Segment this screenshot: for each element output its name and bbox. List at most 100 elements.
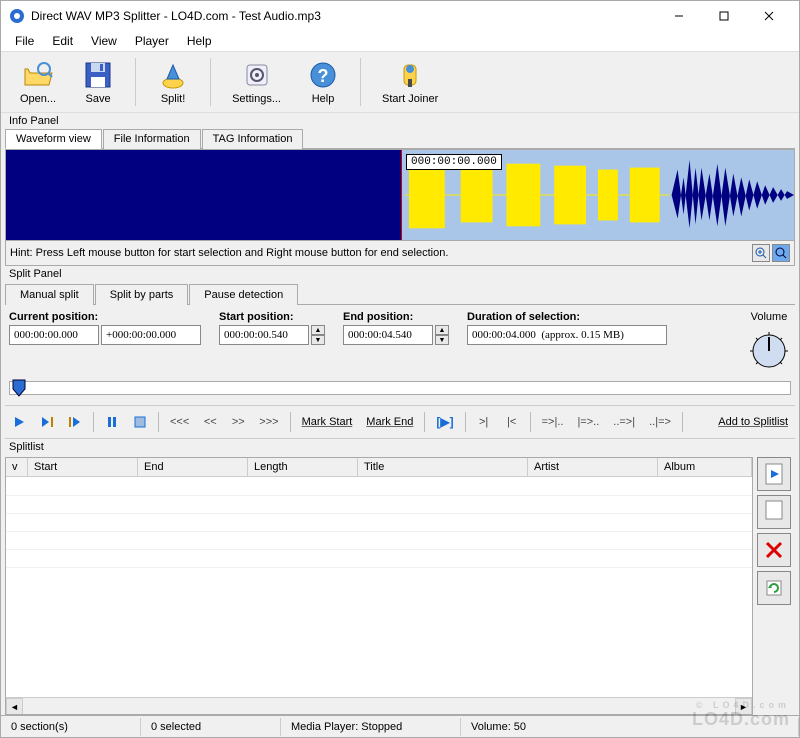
chevron-down-icon[interactable]: ▼ <box>435 335 449 345</box>
save-button[interactable]: Save <box>71 54 125 110</box>
col-length[interactable]: Length <box>248 458 358 476</box>
app-icon <box>9 8 25 24</box>
scroll-right-icon[interactable]: ► <box>735 698 752 715</box>
menu-edit[interactable]: Edit <box>44 32 81 50</box>
mark-end-button[interactable]: Mark End <box>361 410 418 434</box>
pause-button[interactable] <box>100 410 124 434</box>
marker-3-button[interactable]: ..=>| <box>608 410 640 434</box>
end-position-spinner[interactable]: ▲ ▼ <box>435 325 449 345</box>
volume-knob[interactable] <box>747 329 791 373</box>
zoom-fit-icon[interactable] <box>772 244 790 262</box>
maximize-button[interactable] <box>701 1 746 31</box>
info-panel-label: Info Panel <box>5 113 795 129</box>
refresh-item-button[interactable] <box>757 571 791 605</box>
tab-file-information[interactable]: File Information <box>103 129 201 149</box>
col-checkbox[interactable]: v <box>6 458 28 476</box>
tab-split-by-parts[interactable]: Split by parts <box>95 284 189 305</box>
gear-icon <box>241 59 273 91</box>
player-controls: <<< << >> >>> Mark Start Mark End [▶] >|… <box>5 405 795 439</box>
play-selection-button[interactable] <box>35 410 59 434</box>
position-marker[interactable] <box>401 150 402 240</box>
position-slider[interactable] <box>9 381 791 395</box>
zoom-in-icon[interactable] <box>752 244 770 262</box>
col-title[interactable]: Title <box>358 458 528 476</box>
seek-fwd-button[interactable]: >> <box>226 410 250 434</box>
tab-pause-detection[interactable]: Pause detection <box>189 284 298 305</box>
bracket-play-button[interactable]: [▶] <box>431 410 458 434</box>
floppy-icon <box>82 59 114 91</box>
start-position-spinner[interactable]: ▲ ▼ <box>311 325 325 345</box>
seek-end-button[interactable]: >>> <box>254 410 283 434</box>
start-position-input[interactable] <box>219 325 309 345</box>
info-tabs: Waveform view File Information TAG Infor… <box>5 129 795 149</box>
tab-manual-split[interactable]: Manual split <box>5 284 94 305</box>
stop-button[interactable] <box>128 410 152 434</box>
position-slider-row <box>5 379 795 405</box>
play-item-button[interactable] <box>757 457 791 491</box>
close-button[interactable] <box>746 1 791 31</box>
splitlist-body[interactable] <box>6 477 752 697</box>
start-joiner-button[interactable]: Start Joiner <box>371 54 449 110</box>
help-button[interactable]: ? Help <box>296 54 350 110</box>
splitlist-table[interactable]: v Start End Length Title Artist Album ◄ <box>5 457 753 715</box>
menu-file[interactable]: File <box>7 32 42 50</box>
col-artist[interactable]: Artist <box>528 458 658 476</box>
chevron-down-icon[interactable]: ▼ <box>311 335 325 345</box>
status-selected: 0 selected <box>141 718 281 736</box>
goto-next-button[interactable]: >| <box>472 410 496 434</box>
goto-prev-button[interactable]: |< <box>500 410 524 434</box>
help-icon: ? <box>307 59 339 91</box>
splitlist-side-buttons: EDIT <box>757 457 795 715</box>
current-position-input[interactable] <box>9 325 99 345</box>
horizontal-scrollbar[interactable]: ◄ ► <box>6 697 752 714</box>
menu-help[interactable]: Help <box>179 32 220 50</box>
col-start[interactable]: Start <box>28 458 138 476</box>
split-button[interactable]: Split! <box>146 54 200 110</box>
play-from-button[interactable] <box>63 410 87 434</box>
settings-button[interactable]: Settings... <box>221 54 292 110</box>
toolbar-separator <box>210 58 211 106</box>
seek-back-button[interactable]: << <box>198 410 222 434</box>
chevron-up-icon[interactable]: ▲ <box>311 325 325 335</box>
current-offset-input[interactable] <box>101 325 201 345</box>
edit-item-button[interactable]: EDIT <box>757 495 791 529</box>
add-to-splitlist-button[interactable]: Add to Splitlist <box>713 410 793 434</box>
chevron-up-icon[interactable]: ▲ <box>435 325 449 335</box>
menu-player[interactable]: Player <box>127 32 177 50</box>
open-button[interactable]: Open... <box>9 54 67 110</box>
waveform-display[interactable]: 000:00:00.000 <box>5 149 795 241</box>
col-end[interactable]: End <box>138 458 248 476</box>
toolbar-separator <box>135 58 136 106</box>
seek-start-button[interactable]: <<< <box>165 410 194 434</box>
duration-label: Duration of selection: <box>467 311 729 323</box>
split-icon <box>157 59 189 91</box>
hint-row: Hint: Press Left mouse button for start … <box>5 241 795 266</box>
marker-4-button[interactable]: ..|=> <box>644 410 676 434</box>
slider-thumb-icon[interactable] <box>12 379 26 397</box>
duration-input[interactable] <box>467 325 667 345</box>
col-album[interactable]: Album <box>658 458 752 476</box>
statusbar: 0 section(s) 0 selected Media Player: St… <box>1 715 799 737</box>
joiner-icon <box>394 59 426 91</box>
end-position-input[interactable] <box>343 325 433 345</box>
toolbar-separator <box>360 58 361 106</box>
mark-start-button[interactable]: Mark Start <box>297 410 358 434</box>
start-position-label: Start position: <box>219 311 325 323</box>
split-tabs: Manual split Split by parts Pause detect… <box>5 284 795 305</box>
status-sections: 0 section(s) <box>1 718 141 736</box>
marker-1-button[interactable]: =>|.. <box>537 410 569 434</box>
marker-2-button[interactable]: |=>.. <box>572 410 604 434</box>
volume-label: Volume <box>751 311 788 323</box>
minimize-button[interactable] <box>656 1 701 31</box>
menu-view[interactable]: View <box>83 32 125 50</box>
delete-item-button[interactable] <box>757 533 791 567</box>
current-position-label: Current position: <box>9 311 201 323</box>
svg-text:?: ? <box>318 66 329 86</box>
window-title: Direct WAV MP3 Splitter - LO4D.com - Tes… <box>31 9 656 23</box>
play-button[interactable] <box>7 410 31 434</box>
scroll-left-icon[interactable]: ◄ <box>6 698 23 715</box>
status-player: Media Player: Stopped <box>281 718 461 736</box>
position-controls: Current position: Start position: ▲ ▼ En… <box>5 305 795 379</box>
tab-tag-information[interactable]: TAG Information <box>202 129 304 149</box>
tab-waveform-view[interactable]: Waveform view <box>5 129 102 149</box>
